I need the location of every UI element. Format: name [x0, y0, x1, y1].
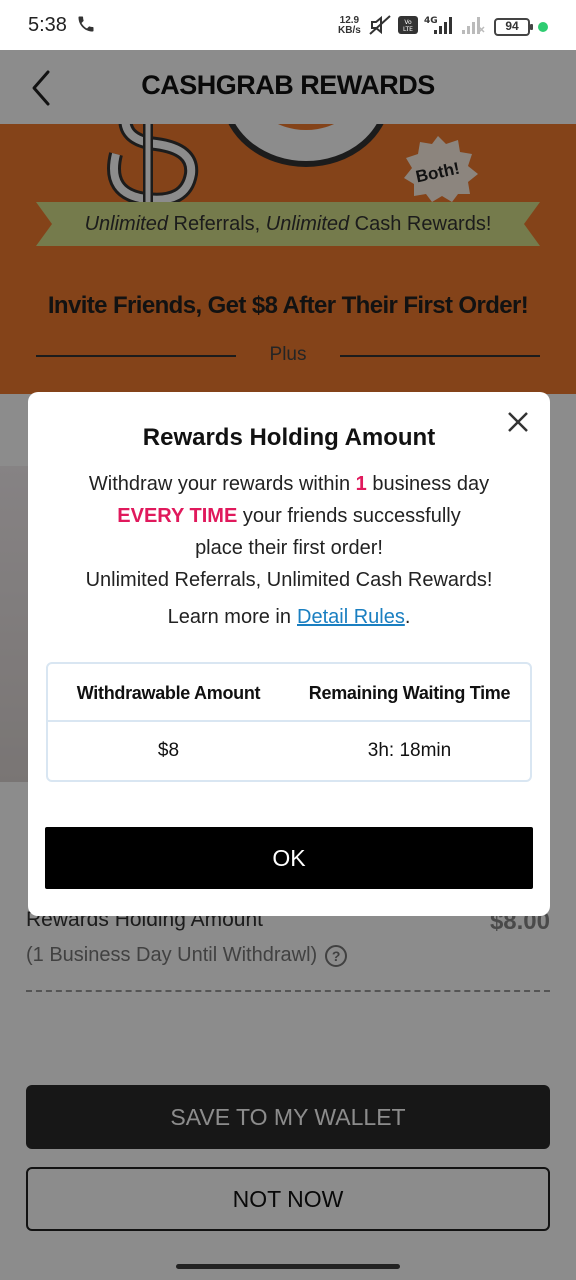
status-time: 5:38	[28, 14, 67, 36]
table-header-cell: Withdrawable Amount	[76, 683, 261, 703]
waiting-time-value: 3h: 18min	[367, 740, 452, 761]
svg-text:Vo: Vo	[404, 19, 412, 26]
table-header-cell: Remaining Waiting Time	[308, 683, 511, 703]
dialog-body: Withdraw your rewards within 1 business …	[85, 473, 493, 591]
dialog-title: Rewards Holding Amount	[142, 424, 436, 451]
rewards-table: Withdrawable Amount Remaining Waiting Ti…	[46, 662, 532, 782]
battery-icon: 94	[494, 18, 533, 36]
status-icons: Vo LTE 4G	[368, 14, 486, 36]
network-speed: 12.9 KB/s	[338, 15, 361, 36]
volte-icon: VoLTE	[398, 16, 418, 34]
detail-rules-link[interactable]: Detail Rules	[297, 606, 405, 628]
svg-text:4G: 4G	[424, 16, 438, 26]
signal-empty-icon	[462, 17, 485, 34]
rewards-holding-dialog: Rewards Holding Amount Withdraw your rew…	[28, 392, 550, 916]
status-bar: 5:38 12.9 KB/s Vo LTE 4G 94	[0, 0, 576, 50]
table-row: $8 3h: 18min	[48, 722, 530, 780]
learn-more-line: Learn more in Detail Rules.	[167, 606, 411, 628]
mute-icon	[369, 15, 391, 35]
table-header-row: Withdrawable Amount Remaining Waiting Ti…	[48, 664, 530, 722]
home-indicator[interactable]	[176, 1264, 400, 1269]
signal-4g-icon: 4G	[424, 16, 452, 34]
ok-button[interactable]: OK	[45, 827, 533, 889]
svg-text:LTE: LTE	[403, 26, 413, 33]
status-dot	[538, 22, 548, 32]
phone-call-icon	[78, 16, 94, 32]
withdrawable-amount-value: $8	[157, 740, 180, 761]
